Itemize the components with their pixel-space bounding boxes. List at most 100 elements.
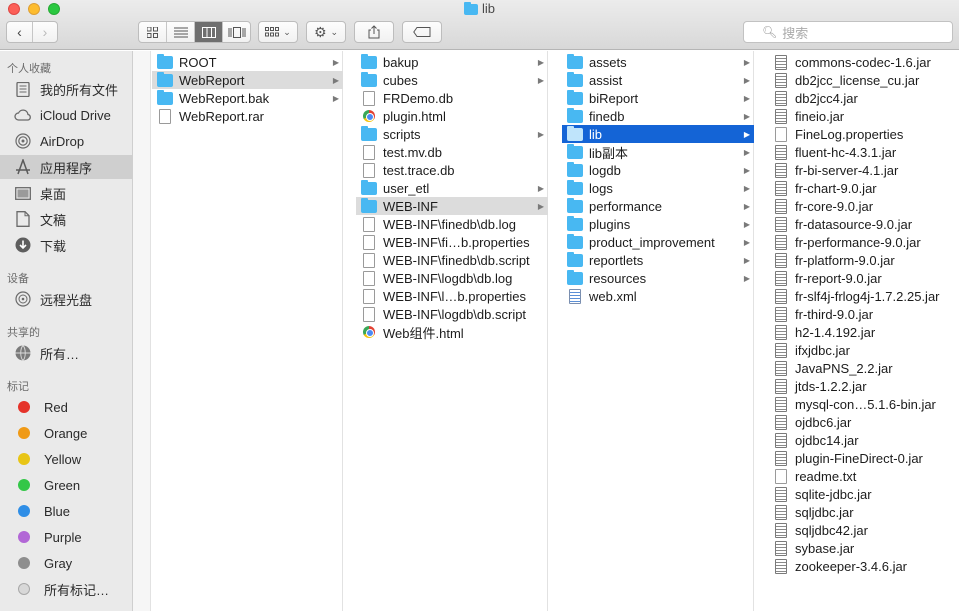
folder-row[interactable]: lib ▶ bbox=[562, 125, 754, 143]
sidebar-tag-item[interactable]: Orange bbox=[0, 421, 133, 445]
icon-view-button[interactable] bbox=[139, 22, 166, 42]
file-row[interactable]: zookeeper-3.4.6.jar bbox=[768, 557, 959, 575]
sidebar-tag-item[interactable]: Yellow bbox=[0, 447, 133, 471]
file-row[interactable]: db2jcc_license_cu.jar bbox=[768, 71, 959, 89]
file-row[interactable]: WebReport.rar bbox=[152, 107, 343, 125]
sidebar-item-icloud-drive[interactable]: iCloud Drive bbox=[0, 103, 133, 127]
sidebar-item-applications[interactable]: 应用程序 bbox=[0, 155, 133, 179]
file-row[interactable]: fr-datasource-9.0.jar bbox=[768, 215, 959, 233]
file-row[interactable]: WEB-INF\fi…b.properties bbox=[356, 233, 548, 251]
file-row[interactable]: FineLog.properties bbox=[768, 125, 959, 143]
sidebar-tag-item[interactable]: 所有标记… bbox=[0, 577, 133, 601]
column-resize-strip[interactable] bbox=[133, 51, 151, 611]
file-row[interactable]: fr-chart-9.0.jar bbox=[768, 179, 959, 197]
folder-row[interactable]: cubes ▶ bbox=[356, 71, 548, 89]
file-row[interactable]: fr-bi-server-4.1.jar bbox=[768, 161, 959, 179]
sidebar-tag-item[interactable]: Purple bbox=[0, 525, 133, 549]
folder-row[interactable]: performance ▶ bbox=[562, 197, 754, 215]
tag-color-dot-icon bbox=[18, 401, 30, 413]
desktop-icon bbox=[14, 184, 32, 202]
folder-row[interactable]: biReport ▶ bbox=[562, 89, 754, 107]
sidebar-item-all-files[interactable]: 我的所有文件 bbox=[0, 77, 133, 101]
file-row[interactable]: web.xml bbox=[562, 287, 754, 305]
back-button[interactable]: ‹ bbox=[7, 22, 32, 42]
folder-row[interactable]: logs ▶ bbox=[562, 179, 754, 197]
arrange-button[interactable]: ⌄ bbox=[258, 21, 298, 43]
folder-icon bbox=[567, 125, 583, 141]
file-row[interactable]: h2-1.4.192.jar bbox=[768, 323, 959, 341]
item-name: fr-bi-server-4.1.jar bbox=[795, 162, 899, 178]
file-row[interactable]: plugin.html bbox=[356, 107, 548, 125]
file-row[interactable]: Web组件.html bbox=[356, 323, 548, 341]
file-row[interactable]: ojdbc6.jar bbox=[768, 413, 959, 431]
folder-row[interactable]: plugins ▶ bbox=[562, 215, 754, 233]
sidebar-item-all-shared[interactable]: 所有… bbox=[0, 341, 133, 365]
file-row[interactable]: mysql-con…5.1.6-bin.jar bbox=[768, 395, 959, 413]
file-row[interactable]: sqlite-jdbc.jar bbox=[768, 485, 959, 503]
share-button[interactable] bbox=[354, 21, 394, 43]
file-row[interactable]: fr-report-9.0.jar bbox=[768, 269, 959, 287]
sidebar-tag-item[interactable]: Red bbox=[0, 395, 133, 419]
forward-button[interactable]: › bbox=[31, 22, 57, 42]
file-row[interactable]: plugin-FineDirect-0.jar bbox=[768, 449, 959, 467]
file-row[interactable]: JavaPNS_2.2.jar bbox=[768, 359, 959, 377]
sidebar-tag-item[interactable]: Gray bbox=[0, 551, 133, 575]
file-row[interactable]: WEB-INF\finedb\db.log bbox=[356, 215, 548, 233]
sidebar-tag-item[interactable]: Blue bbox=[0, 499, 133, 523]
file-row[interactable]: WEB-INF\logdb\db.log bbox=[356, 269, 548, 287]
sidebar-item-remote-disc[interactable]: 远程光盘 bbox=[0, 287, 133, 311]
folder-row[interactable]: WebReport.bak ▶ bbox=[152, 89, 343, 107]
file-row[interactable]: ifxjdbc.jar bbox=[768, 341, 959, 359]
file-row[interactable]: fr-core-9.0.jar bbox=[768, 197, 959, 215]
file-row[interactable]: sqljdbc.jar bbox=[768, 503, 959, 521]
file-row[interactable]: fineio.jar bbox=[768, 107, 959, 125]
folder-row[interactable]: reportlets ▶ bbox=[562, 251, 754, 269]
file-row[interactable]: db2jcc4.jar bbox=[768, 89, 959, 107]
file-row[interactable]: WEB-INF\l…b.properties bbox=[356, 287, 548, 305]
folder-row[interactable]: WebReport ▶ bbox=[152, 71, 343, 89]
folder-row[interactable]: logdb ▶ bbox=[562, 161, 754, 179]
sidebar-item-documents[interactable]: 文稿 bbox=[0, 207, 133, 231]
folder-row[interactable]: assist ▶ bbox=[562, 71, 754, 89]
column-view-button[interactable] bbox=[194, 22, 222, 42]
file-row[interactable]: fluent-hc-4.3.1.jar bbox=[768, 143, 959, 161]
file-row[interactable]: readme.txt bbox=[768, 467, 959, 485]
file-row[interactable]: sqljdbc42.jar bbox=[768, 521, 959, 539]
folder-row[interactable]: ROOT ▶ bbox=[152, 53, 343, 71]
file-row[interactable]: test.mv.db bbox=[356, 143, 548, 161]
file-row[interactable]: test.trace.db bbox=[356, 161, 548, 179]
folder-row[interactable]: finedb ▶ bbox=[562, 107, 754, 125]
file-row[interactable]: sybase.jar bbox=[768, 539, 959, 557]
folder-row[interactable]: user_etl ▶ bbox=[356, 179, 548, 197]
cover-flow-button[interactable] bbox=[222, 22, 250, 42]
file-row[interactable]: commons-codec-1.6.jar bbox=[768, 53, 959, 71]
edit-tags-button[interactable] bbox=[402, 21, 442, 43]
file-row[interactable]: WEB-INF\logdb\db.script bbox=[356, 305, 548, 323]
item-name: ojdbc6.jar bbox=[795, 414, 852, 430]
folder-row[interactable]: lib副本 ▶ bbox=[562, 143, 754, 161]
sidebar-item-downloads[interactable]: 下载 bbox=[0, 233, 133, 257]
list-view-button[interactable] bbox=[166, 22, 194, 42]
tags-header: 标记 bbox=[7, 381, 29, 393]
folder-row[interactable]: scripts ▶ bbox=[356, 125, 548, 143]
file-row[interactable]: fr-slf4j-frlog4j-1.7.2.25.jar bbox=[768, 287, 959, 305]
file-row[interactable]: fr-performance-9.0.jar bbox=[768, 233, 959, 251]
folder-row[interactable]: bakup ▶ bbox=[356, 53, 548, 71]
jar-file-icon bbox=[773, 90, 789, 106]
folder-row[interactable]: assets ▶ bbox=[562, 53, 754, 71]
file-row[interactable]: WEB-INF\finedb\db.script bbox=[356, 251, 548, 269]
folder-row[interactable]: product_improvement ▶ bbox=[562, 233, 754, 251]
sidebar-item-desktop[interactable]: 桌面 bbox=[0, 181, 133, 205]
file-row[interactable]: fr-platform-9.0.jar bbox=[768, 251, 959, 269]
item-name: WEB-INF bbox=[383, 198, 438, 214]
file-row[interactable]: ojdbc14.jar bbox=[768, 431, 959, 449]
file-row[interactable]: jtds-1.2.2.jar bbox=[768, 377, 959, 395]
file-row[interactable]: fr-third-9.0.jar bbox=[768, 305, 959, 323]
sidebar-item-airdrop[interactable]: AirDrop bbox=[0, 129, 133, 153]
action-button[interactable]: ⚙ ⌄ bbox=[306, 21, 346, 43]
search-field[interactable]: 🔍︎ 搜索 bbox=[743, 21, 953, 43]
folder-row[interactable]: resources ▶ bbox=[562, 269, 754, 287]
folder-row[interactable]: WEB-INF ▶ bbox=[356, 197, 548, 215]
file-row[interactable]: FRDemo.db bbox=[356, 89, 548, 107]
sidebar-tag-item[interactable]: Green bbox=[0, 473, 133, 497]
